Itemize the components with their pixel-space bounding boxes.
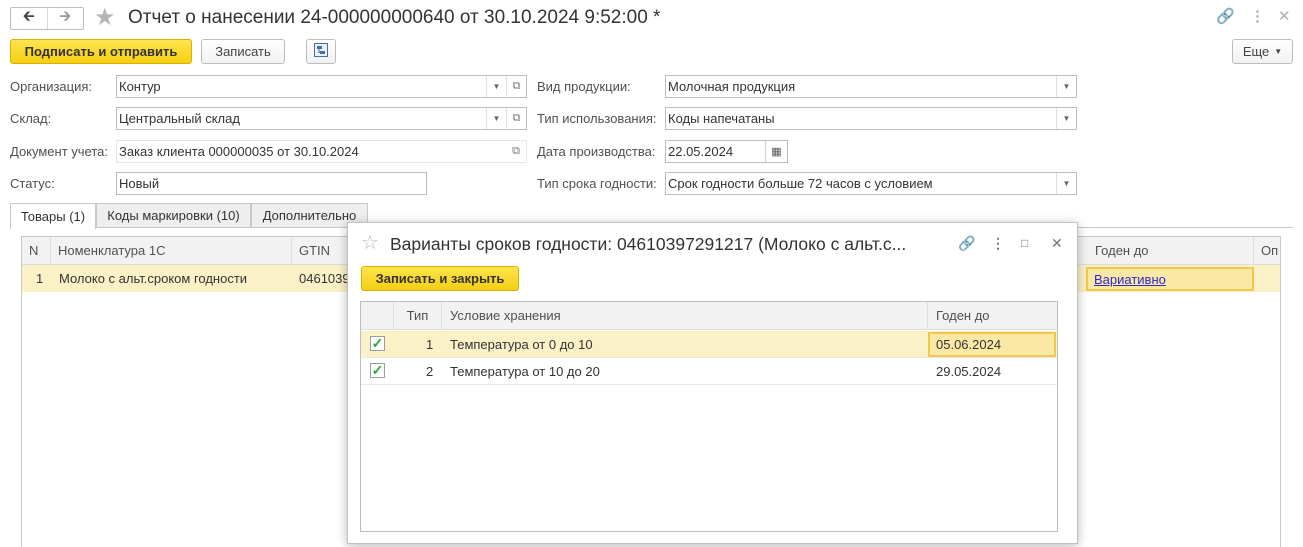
expiry-cell[interactable]: 05.06.2024 xyxy=(928,332,1056,357)
dropdown-arrow-icon[interactable]: ▼ xyxy=(486,108,506,129)
column-header-checkbox xyxy=(361,302,394,330)
row-nomenclature: Молоко с альт.сроком годности xyxy=(59,271,248,286)
structure-icon xyxy=(313,42,329,61)
usage-type-field[interactable]: Коды напечатаны ▼ xyxy=(665,107,1077,130)
production-date-value: 22.05.2024 xyxy=(668,144,734,159)
accounting-doc-field[interactable]: Заказ клиента 000000035 от 30.10.2024 ⧉ xyxy=(116,140,527,163)
warehouse-label: Склад: xyxy=(10,111,52,126)
production-date-field[interactable]: 22.05.2024 ▦ xyxy=(665,140,788,163)
variable-expiry-link[interactable]: Вариативно xyxy=(1094,272,1166,287)
tab-marking-codes[interactable]: Коды маркировки (10) xyxy=(96,203,251,227)
row-type: 1 xyxy=(426,337,434,352)
warehouse-value: Центральный склад xyxy=(119,111,240,126)
forward-arrow-icon[interactable]: 🡲 xyxy=(46,8,84,29)
column-header-n[interactable]: N xyxy=(22,237,51,265)
table-row[interactable]: ✓ 1 Температура от 0 до 10 05.06.2024 xyxy=(361,331,1057,358)
row-expiry: 05.06.2024 xyxy=(936,336,1002,352)
open-icon[interactable]: ⧉ xyxy=(506,108,526,129)
calendar-icon[interactable]: ▦ xyxy=(765,141,787,162)
open-icon[interactable]: ⧉ xyxy=(506,141,526,162)
row-checkbox[interactable]: ✓ xyxy=(370,336,385,351)
column-header-expiry[interactable]: Годен до xyxy=(928,302,1057,330)
variants-table: Тип Условие хранения Годен до ✓ 1 Темпер… xyxy=(360,301,1058,532)
row-type: 2 xyxy=(426,364,434,379)
row-gtin: 0461039 xyxy=(299,271,350,286)
close-icon[interactable]: ✕ xyxy=(1278,9,1291,25)
more-vertical-icon[interactable]: ⋮ xyxy=(991,235,1005,251)
product-type-value: Молочная продукция xyxy=(668,79,796,94)
organization-label: Организация: xyxy=(10,79,93,94)
dropdown-arrow-icon[interactable]: ▼ xyxy=(1056,76,1076,97)
favorite-star-icon[interactable]: ★ xyxy=(94,5,116,31)
usage-type-value: Коды напечатаны xyxy=(668,111,775,126)
dropdown-arrow-icon[interactable]: ▼ xyxy=(486,76,506,97)
production-date-label: Дата производства: xyxy=(537,144,656,159)
navigation-buttons: 🡰 🡲 xyxy=(10,7,84,30)
accounting-doc-value: Заказ клиента 000000035 от 30.10.2024 xyxy=(119,144,359,159)
product-type-label: Вид продукции: xyxy=(537,79,631,94)
usage-type-label: Тип использования: xyxy=(537,111,657,126)
link-icon[interactable]: 🔗 xyxy=(958,235,975,251)
report-structure-button[interactable] xyxy=(306,39,336,64)
document-title: Отчет о нанесении 24-000000000640 от 30.… xyxy=(128,7,661,28)
warehouse-field[interactable]: Центральный склад ▼ ⧉ xyxy=(116,107,527,130)
close-icon[interactable]: ✕ xyxy=(1051,235,1063,251)
shelf-life-type-field[interactable]: Срок годности больше 72 часов с условием… xyxy=(665,172,1077,195)
accounting-doc-label: Документ учета: xyxy=(10,144,109,159)
favorite-star-icon[interactable]: ☆ xyxy=(361,232,379,254)
sign-and-send-button[interactable]: Подписать и отправить xyxy=(10,39,192,64)
row-checkbox[interactable]: ✓ xyxy=(370,363,385,378)
save-button[interactable]: Записать xyxy=(201,39,285,64)
status-field: Новый xyxy=(116,172,427,195)
organization-value: Контур xyxy=(119,79,161,94)
column-header-condition[interactable]: Условие хранения xyxy=(442,302,928,330)
open-icon[interactable]: ⧉ xyxy=(506,76,526,97)
shelf-life-type-value: Срок годности больше 72 часов с условием xyxy=(668,176,933,191)
tab-goods[interactable]: Товары (1) xyxy=(10,203,96,229)
column-header-type[interactable]: Тип xyxy=(394,302,442,330)
more-vertical-icon[interactable]: ⋮ xyxy=(1250,9,1265,25)
more-label: Еще xyxy=(1242,44,1270,59)
table-row[interactable]: ✓ 2 Температура от 10 до 20 29.05.2024 xyxy=(361,358,1057,385)
dropdown-arrow-icon[interactable]: ▼ xyxy=(1056,108,1076,129)
row-number: 1 xyxy=(36,271,44,286)
status-label: Статус: xyxy=(10,176,55,191)
more-actions-button[interactable]: Еще ▼ xyxy=(1232,39,1293,64)
dialog-title: Варианты сроков годности: 04610397291217… xyxy=(390,234,907,254)
row-condition: Температура от 10 до 20 xyxy=(450,364,600,379)
status-value: Новый xyxy=(119,176,160,191)
column-header-nomenclature[interactable]: Номенклатура 1С xyxy=(51,237,292,265)
row-expiry: 29.05.2024 xyxy=(936,364,1002,379)
chevron-down-icon: ▼ xyxy=(1274,47,1283,56)
product-type-field[interactable]: Молочная продукция ▼ xyxy=(665,75,1077,98)
column-header-op[interactable]: Оп xyxy=(1254,237,1280,265)
shelf-life-variants-dialog: ☆ Варианты сроков годности: 046103972912… xyxy=(347,222,1078,544)
maximize-icon[interactable]: □ xyxy=(1021,235,1028,251)
save-and-close-button[interactable]: Записать и закрыть xyxy=(361,266,519,291)
shelf-life-type-label: Тип срока годности: xyxy=(537,176,657,191)
link-icon[interactable]: 🔗 xyxy=(1216,9,1235,25)
back-arrow-icon[interactable]: 🡰 xyxy=(11,8,47,29)
row-condition: Температура от 0 до 10 xyxy=(450,337,593,352)
column-header-expiry[interactable]: Годен до xyxy=(1088,237,1254,265)
expiry-cell[interactable]: Вариативно xyxy=(1086,267,1254,291)
organization-field[interactable]: Контур ▼ ⧉ xyxy=(116,75,527,98)
dropdown-arrow-icon[interactable]: ▼ xyxy=(1056,173,1076,194)
